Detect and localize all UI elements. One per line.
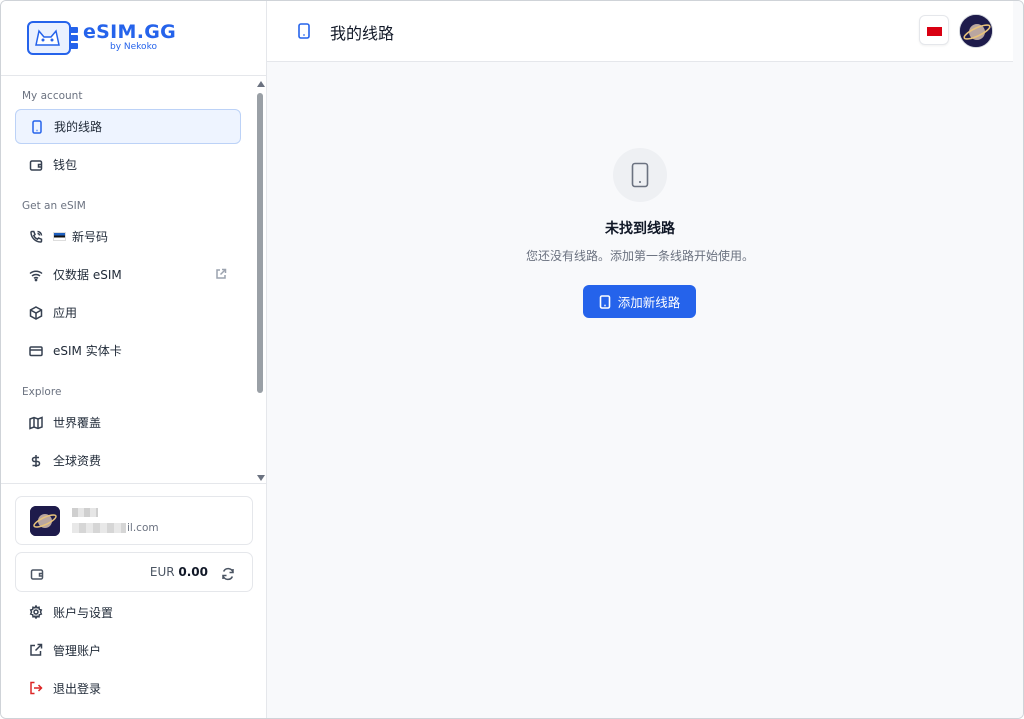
phone-icon [297, 23, 311, 39]
email-domain: il.com [127, 522, 159, 534]
page-title: 我的线路 [330, 24, 395, 43]
flag-icon [927, 27, 942, 36]
sidebar-item-label: 钱包 [53, 158, 78, 172]
scroll-down-arrow-icon[interactable] [257, 475, 265, 481]
planet-icon [30, 506, 60, 536]
phone-icon [30, 119, 44, 134]
sidebar: eSIM.GG by Nekoko My account 我的线路 钱包 Get… [1, 1, 267, 718]
wallet-icon [29, 158, 43, 172]
balance-amount: 0.00 [178, 565, 208, 579]
sidebar-item-coverage[interactable]: 世界覆盖 [15, 405, 241, 440]
brand-name: eSIM.GG [83, 21, 177, 43]
phone-call-icon [29, 230, 43, 244]
language-selector-button[interactable] [919, 15, 949, 45]
phone-icon [631, 162, 649, 188]
sidebar-scrollbar[interactable] [255, 81, 265, 481]
sidebar-item-pricing[interactable]: 全球资费 [15, 443, 241, 478]
sidebar-nav: My account 我的线路 钱包 Get an eSIM 新号码 仅数据 e… [1, 76, 267, 483]
phone-icon [599, 294, 611, 309]
dollar-icon [29, 454, 43, 468]
sidebar-item-label: 全球资费 [53, 454, 102, 468]
manage-account-link[interactable]: 管理账户 [15, 633, 253, 667]
sidebar-item-my-lines[interactable]: 我的线路 [15, 109, 241, 144]
avatar [30, 506, 60, 536]
sidebar-item-label: 仅数据 eSIM [53, 268, 122, 282]
empty-state-description: 您还没有线路。添加第一条线路开始使用。 [525, 249, 754, 263]
account-email: il.com [72, 522, 159, 534]
bottom-link-label: 管理账户 [53, 643, 102, 658]
section-label-get-esim: Get an eSIM [22, 200, 86, 212]
account-card[interactable]: il.com [15, 496, 253, 545]
planet-icon [960, 15, 992, 47]
add-new-line-label: 添加新线路 [617, 295, 681, 310]
top-bar: 我的线路 [267, 1, 1013, 62]
section-label-explore: Explore [22, 386, 62, 398]
bottom-link-label: 退出登录 [53, 681, 102, 696]
external-link-icon [29, 643, 43, 657]
main-content: 未找到线路 您还没有线路。添加第一条线路开始使用。 添加新线路 [267, 62, 1013, 718]
logout-link[interactable]: 退出登录 [15, 671, 253, 705]
wifi-icon [29, 268, 43, 282]
email-redacted [72, 523, 126, 533]
sidebar-item-label: 应用 [53, 306, 78, 320]
logout-icon [29, 681, 43, 695]
sidebar-item-apps[interactable]: 应用 [15, 295, 241, 330]
external-link-icon [215, 268, 227, 280]
empty-state-title: 未找到线路 [605, 221, 675, 237]
card-icon [29, 344, 43, 358]
wallet-icon [30, 566, 44, 580]
empty-state-icon-circle [613, 148, 667, 202]
estonia-flag-icon [53, 232, 66, 241]
sidebar-item-new-number[interactable]: 新号码 [15, 219, 241, 254]
logo-icon [27, 21, 78, 55]
scroll-up-arrow-icon[interactable] [257, 81, 265, 87]
app-window: eSIM.GG by Nekoko My account 我的线路 钱包 Get… [0, 0, 1024, 719]
refresh-icon[interactable] [221, 566, 235, 581]
bottom-link-label: 账户与设置 [53, 605, 114, 620]
package-icon [29, 305, 43, 320]
sidebar-item-physical-card[interactable]: eSIM 实体卡 [15, 333, 241, 368]
brand-subtitle: by Nekoko [110, 42, 157, 52]
sidebar-item-label: 世界覆盖 [53, 416, 102, 430]
wallet-balance-card: EUR 0.00 [15, 552, 253, 592]
add-new-line-button[interactable]: 添加新线路 [583, 285, 696, 318]
sidebar-item-label: 我的线路 [54, 120, 103, 134]
sidebar-item-wallet[interactable]: 钱包 [15, 147, 241, 182]
section-label-account: My account [22, 90, 83, 102]
sidebar-item-data-esim[interactable]: 仅数据 eSIM [15, 257, 241, 292]
sidebar-item-label: 新号码 [72, 230, 109, 244]
gear-icon [29, 605, 43, 619]
balance-currency: EUR [149, 565, 175, 579]
sidebar-item-label: eSIM 实体卡 [53, 344, 122, 358]
logo-area[interactable]: eSIM.GG by Nekoko [1, 1, 266, 76]
scroll-thumb[interactable] [257, 93, 263, 393]
user-avatar-button[interactable] [959, 14, 993, 48]
account-name-redacted [72, 508, 98, 517]
wallet-balance: EUR 0.00 [150, 565, 208, 579]
account-settings-link[interactable]: 账户与设置 [15, 595, 253, 629]
window-edge [1013, 1, 1023, 718]
map-icon [29, 415, 43, 430]
sidebar-footer: il.com EUR 0.00 账户与设置 管理账户 退出登录 [1, 483, 267, 718]
